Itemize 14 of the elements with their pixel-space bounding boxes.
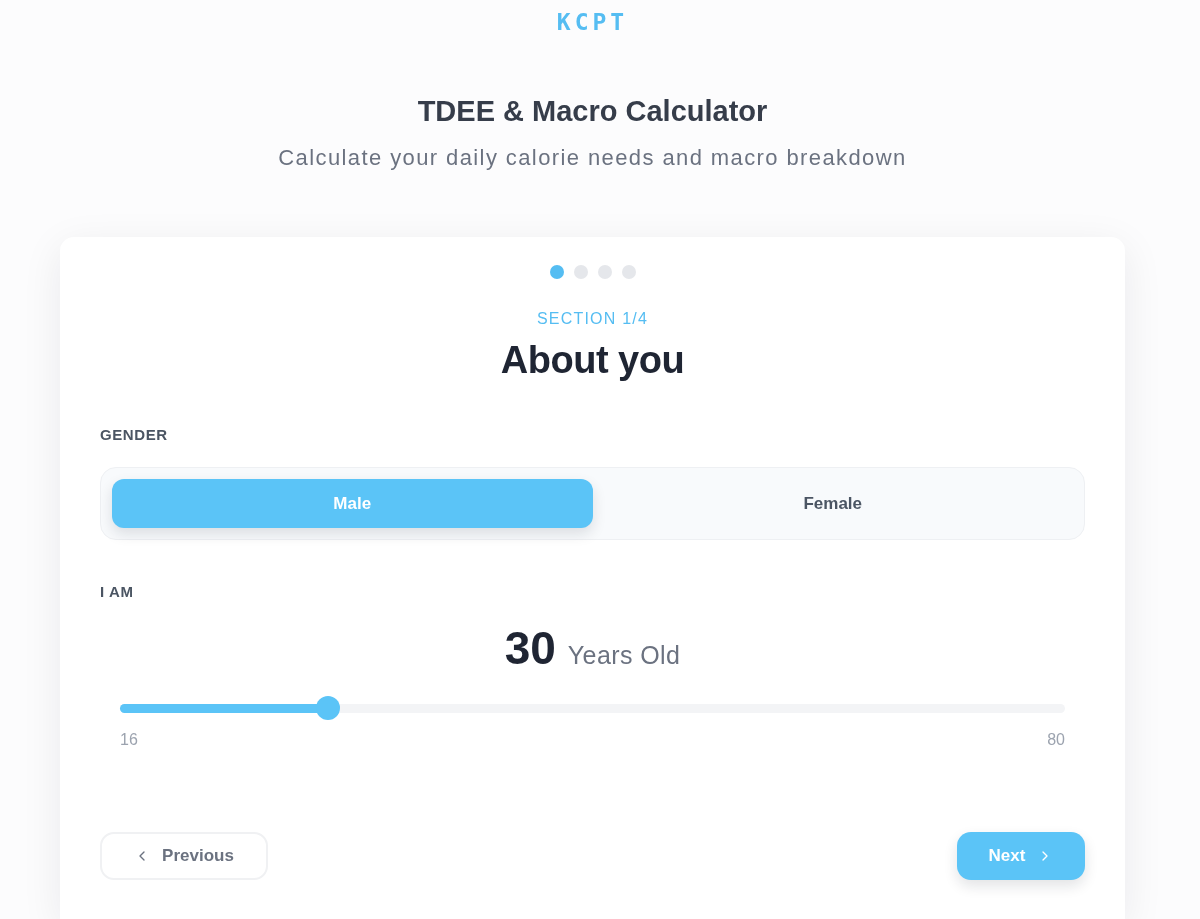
slider-max-label: 80 [1047, 730, 1065, 750]
gender-label: GENDER [100, 425, 168, 445]
section-title: About you [500, 338, 685, 382]
age-value: 30 [504, 623, 556, 673]
section-eyebrow: SECTION 1/4 [537, 309, 648, 329]
previous-button[interactable]: Previous [100, 832, 268, 880]
logo: KCPT [556, 8, 629, 37]
slider-thumb[interactable] [315, 695, 340, 720]
page-subtitle: Calculate your daily calorie needs and macro breakdown [278, 144, 907, 172]
age-label: I AM [100, 582, 134, 602]
age-unit: Years Old [567, 640, 681, 670]
slider-min-label: 16 [120, 730, 138, 750]
gender-option[interactable]: Female [592, 479, 1073, 528]
page-title: TDEE & Macro Calculator [417, 94, 768, 129]
